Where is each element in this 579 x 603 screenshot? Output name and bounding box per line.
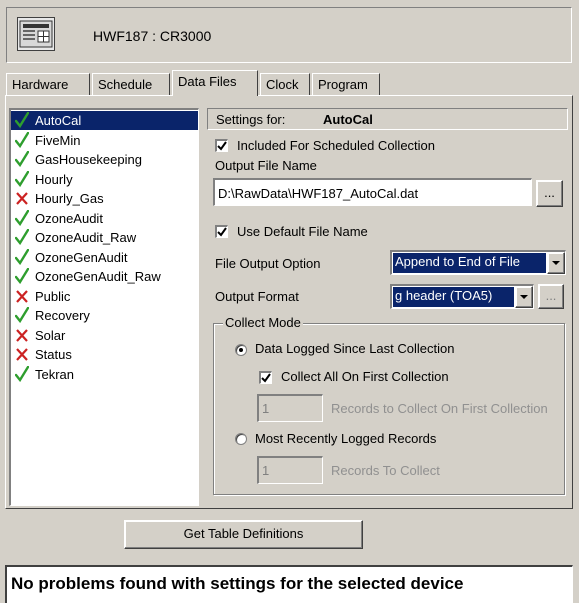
tab-program[interactable]: Program — [312, 73, 380, 95]
format-options-label: ... — [545, 288, 557, 303]
file-output-option-label: File Output Option — [215, 256, 321, 271]
table-list-item[interactable]: FiveMin — [11, 131, 198, 150]
checkmark-icon — [14, 248, 30, 265]
browse-button[interactable]: ... — [536, 180, 563, 207]
first-records-label: Records to Collect On First Collection — [331, 401, 548, 416]
since-last-label: Data Logged Since Last Collection — [255, 341, 455, 356]
cross-icon — [15, 288, 29, 304]
checkmark-icon — [14, 209, 30, 226]
output-format-label: Output Format — [215, 289, 299, 304]
table-list-item[interactable]: Solar — [11, 326, 198, 345]
tab-label: Hardware — [12, 77, 69, 92]
cross-icon — [15, 346, 29, 362]
table-list-item-label: OzoneGenAudit — [35, 249, 128, 265]
get-table-definitions-button[interactable]: Get Table Definitions — [124, 520, 363, 549]
checkmark-icon — [14, 131, 30, 148]
header-panel: HWF187 : CR3000 — [6, 7, 572, 63]
table-list-item[interactable]: Hourly_Gas — [11, 189, 198, 208]
first-records-input[interactable]: 1 — [257, 394, 323, 422]
collect-mode-label: Collect Mode — [223, 315, 303, 330]
table-list-item-label: OzoneGenAudit_Raw — [35, 269, 161, 284]
table-list-item-label: Status — [35, 347, 72, 362]
since-last-radio[interactable] — [235, 344, 247, 356]
table-list-item-label: Solar — [35, 327, 66, 343]
most-recent-radio[interactable] — [235, 433, 247, 445]
file-output-option-select[interactable]: Append to End of File — [390, 250, 566, 275]
use-default-label: Use Default File Name — [237, 224, 368, 239]
recent-records-input[interactable]: 1 — [257, 456, 323, 484]
checkmark-icon — [14, 170, 30, 187]
table-list-item-label: GasHousekeeping — [35, 152, 142, 167]
tab-data-files[interactable]: Data Files — [172, 70, 258, 96]
table-list-item-label: Public — [35, 288, 71, 304]
table-list-item[interactable]: Hourly — [11, 170, 198, 189]
tab-schedule[interactable]: Schedule — [92, 73, 170, 95]
included-label: Included For Scheduled Collection — [237, 138, 436, 153]
table-list-item[interactable]: Tekran — [11, 365, 198, 384]
tab-clock[interactable]: Clock — [260, 73, 310, 95]
tab-label: Clock — [266, 77, 299, 92]
settings-header: Settings for: AutoCal — [207, 108, 568, 130]
collect-all-label: Collect All On First Collection — [281, 369, 449, 384]
status-message-box: No problems found with settings for the … — [5, 565, 573, 603]
status-message: No problems found with settings for the … — [11, 574, 464, 593]
table-list-item-label: OzoneAudit — [35, 210, 103, 226]
table-list-item[interactable]: AutoCal — [11, 111, 198, 130]
cross-icon — [15, 327, 29, 343]
output-format-value: g header (TOA5) — [393, 287, 514, 307]
output-file-input[interactable]: D:\RawData\HWF187_AutoCal.dat — [213, 178, 532, 206]
checkmark-icon — [14, 111, 30, 129]
output-format-select[interactable]: g header (TOA5) — [390, 284, 534, 309]
cross-icon — [15, 190, 29, 206]
checkmark-icon — [14, 365, 30, 382]
table-list-item-label: AutoCal — [35, 113, 82, 128]
chevron-down-icon[interactable] — [547, 252, 565, 274]
tab-hardware[interactable]: Hardware — [6, 73, 90, 95]
device-title: HWF187 : CR3000 — [93, 28, 212, 44]
get-table-definitions-label: Get Table Definitions — [183, 526, 304, 541]
output-file-label: Output File Name — [215, 158, 317, 173]
table-list[interactable]: AutoCal FiveMin GasHousekeeping Hourly Hourl… — [9, 108, 199, 506]
checkmark-icon — [14, 150, 30, 168]
browse-label: ... — [544, 185, 555, 200]
use-default-checkbox[interactable] — [215, 225, 228, 238]
table-list-item-label: Recovery — [35, 308, 90, 323]
table-list-item[interactable]: GasHousekeeping — [11, 150, 198, 169]
file-output-option-value: Append to End of File — [393, 253, 546, 273]
table-list-item[interactable]: OzoneAudit — [11, 209, 198, 228]
table-list-item[interactable]: Status — [11, 345, 198, 364]
table-list-item[interactable]: OzoneAudit_Raw — [11, 228, 198, 247]
recent-records-label: Records To Collect — [331, 463, 440, 478]
chevron-down-icon[interactable] — [515, 286, 533, 308]
checkmark-icon — [14, 306, 30, 324]
table-list-item[interactable]: OzoneGenAudit — [11, 248, 198, 267]
checkmark-icon — [14, 267, 30, 285]
format-options-button[interactable]: ... — [538, 284, 564, 309]
settings-table-name: AutoCal — [323, 112, 373, 127]
collect-all-checkbox[interactable] — [259, 371, 272, 384]
tab-label: Schedule — [98, 77, 153, 92]
included-checkbox[interactable] — [215, 139, 228, 152]
table-list-item-label: Hourly — [35, 171, 73, 187]
table-list-item-label: Hourly_Gas — [35, 191, 104, 206]
checkmark-icon — [14, 228, 30, 246]
datalogger-icon — [17, 17, 55, 51]
settings-for-label: Settings for: — [216, 112, 286, 127]
table-list-item-label: FiveMin — [35, 132, 81, 148]
table-list-item[interactable]: OzoneGenAudit_Raw — [11, 267, 198, 286]
tab-label: Data Files — [178, 74, 237, 89]
table-list-item-label: OzoneAudit_Raw — [35, 230, 137, 245]
table-list-item-label: Tekran — [35, 366, 75, 382]
most-recent-label: Most Recently Logged Records — [255, 431, 437, 446]
tab-label: Program — [318, 77, 368, 92]
table-list-item[interactable]: Public — [11, 287, 198, 306]
table-list-item[interactable]: Recovery — [11, 306, 198, 325]
